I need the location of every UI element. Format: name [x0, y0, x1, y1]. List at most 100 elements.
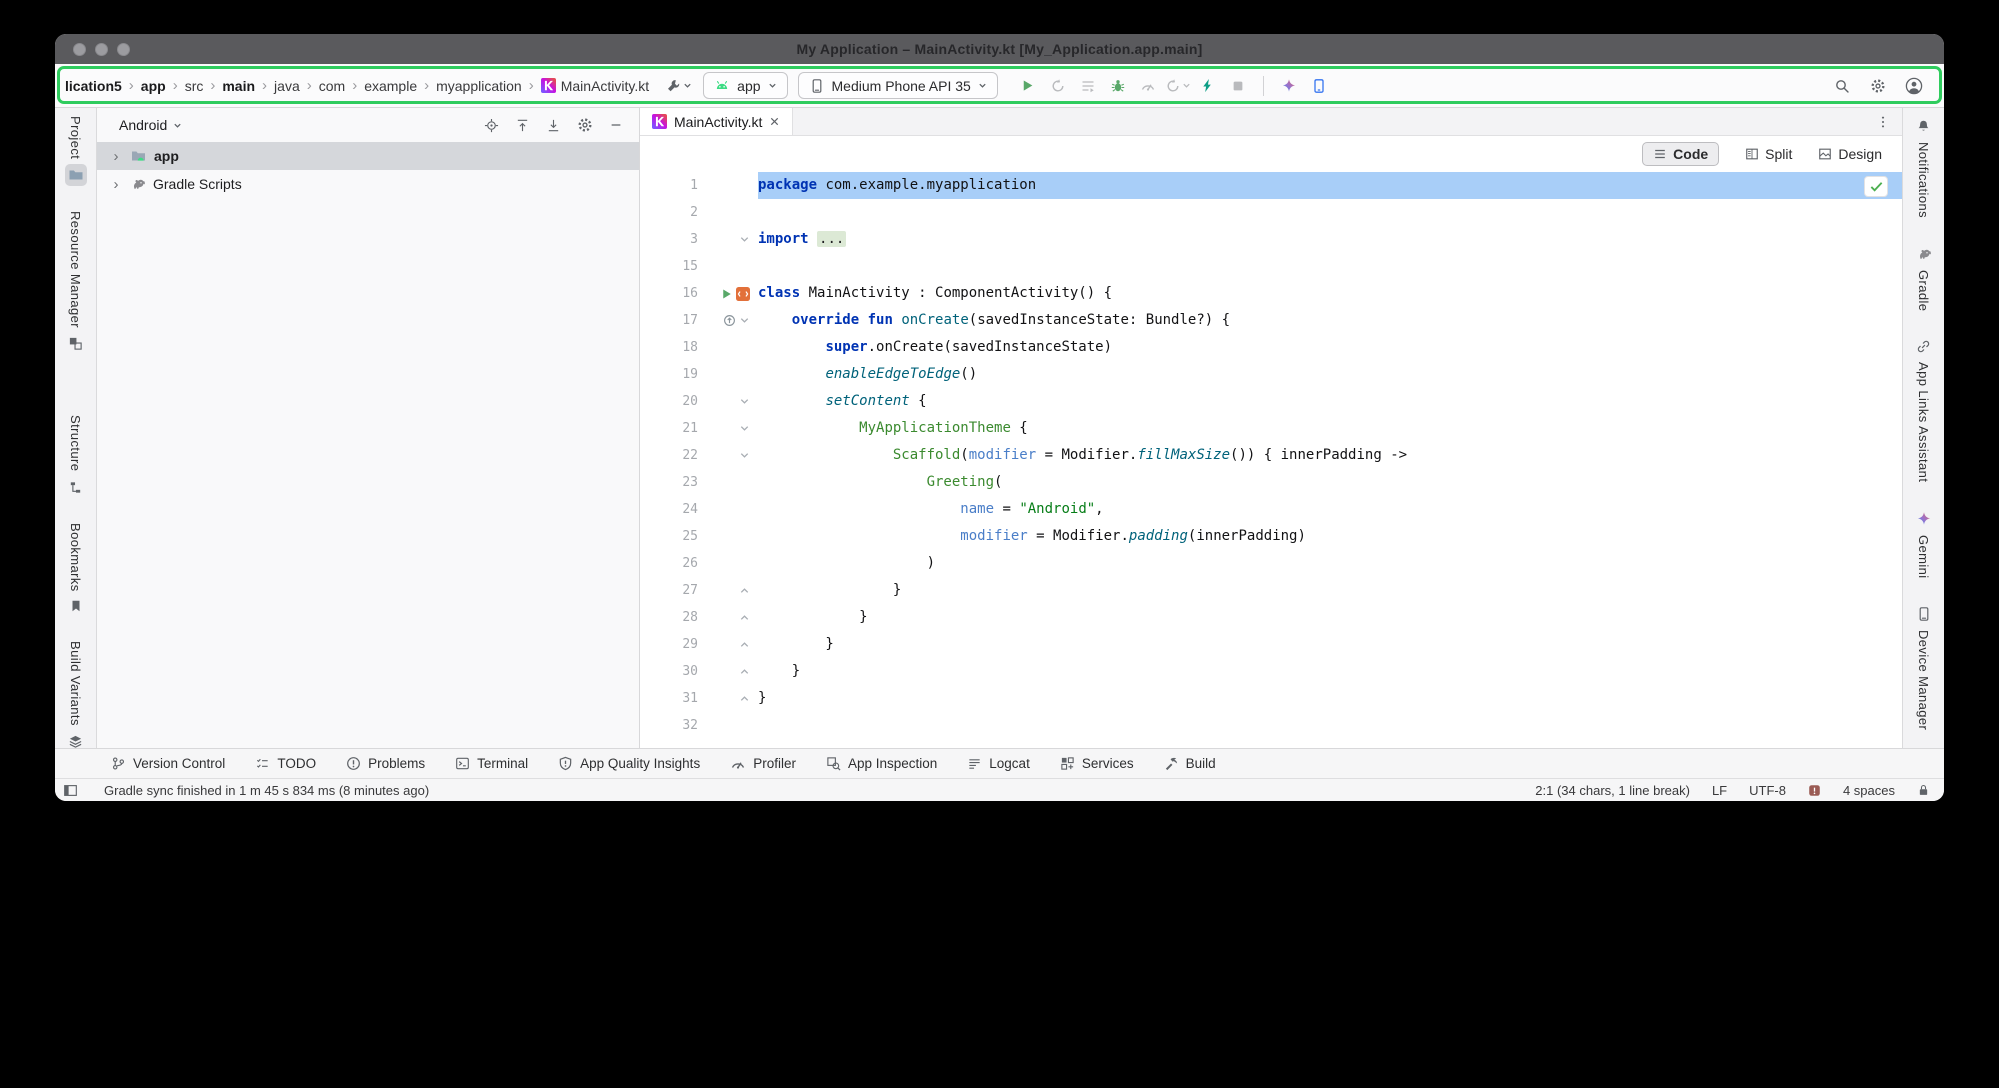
code-line[interactable]: 15 [640, 253, 1902, 280]
line-separator[interactable]: LF [1712, 783, 1727, 798]
code-line[interactable]: 29 } [640, 631, 1902, 658]
tab-mainactivity[interactable]: MainActivity.kt [640, 108, 793, 135]
apply-changes-button[interactable] [1044, 72, 1072, 100]
code-line[interactable]: 22 Scaffold(modifier = Modifier.fillMaxS… [640, 442, 1902, 469]
tool-window-button-todo[interactable]: TODO [255, 756, 316, 771]
tool-window-button-gemini[interactable]: Gemini [1913, 508, 1935, 579]
tool-window-button-logcat[interactable]: Logcat [967, 756, 1030, 771]
minimize-window-button[interactable] [95, 43, 108, 56]
tree-item-label: app [154, 148, 179, 164]
code-line[interactable]: 27 } [640, 577, 1902, 604]
zoom-window-button[interactable] [117, 43, 130, 56]
inspection-widget-icon[interactable] [1808, 784, 1821, 797]
run-config-selector[interactable]: app [703, 72, 787, 99]
collapse-all-icon[interactable] [515, 118, 530, 133]
profiler-button[interactable] [1134, 72, 1162, 100]
code-line[interactable]: 19 enableEdgeToEdge() [640, 361, 1902, 388]
code-line[interactable]: 20 setContent { [640, 388, 1902, 415]
code-line[interactable]: 1package com.example.myapplication [640, 172, 1902, 199]
expand-all-icon[interactable] [546, 118, 561, 133]
breadcrumb-item-src[interactable]: src [185, 78, 204, 94]
view-mode-design[interactable]: Design [1818, 146, 1882, 162]
tool-window-button-profiler[interactable]: Profiler [730, 756, 796, 772]
breadcrumb-item-myapplication[interactable]: myapplication [436, 78, 522, 94]
build-tool-button[interactable] [665, 72, 693, 100]
line-number: 27 [640, 577, 706, 604]
code-line[interactable]: 28 } [640, 604, 1902, 631]
status-message[interactable]: Gradle sync finished in 1 m 45 s 834 ms … [104, 783, 429, 798]
code-line[interactable]: 24 name = "Android", [640, 496, 1902, 523]
run-gutter-icon[interactable] [721, 288, 733, 300]
close-tab-icon[interactable] [769, 116, 780, 127]
tool-window-button-device-manager[interactable]: Device Manager [1913, 603, 1935, 730]
breadcrumb-item-mainactivity.kt[interactable]: MainActivity.kt [541, 78, 649, 94]
breadcrumb-item-example[interactable]: example [364, 78, 417, 94]
code-line[interactable]: 2 [640, 199, 1902, 226]
code-line[interactable]: 17 override fun onCreate(savedInstanceSt… [640, 307, 1902, 334]
file-encoding[interactable]: UTF-8 [1749, 783, 1786, 798]
project-view-mode[interactable]: Android [119, 117, 167, 133]
run-options-button[interactable] [1074, 72, 1102, 100]
breadcrumb-item-lication5[interactable]: lication5 [65, 78, 122, 94]
editor-toolbar: Code Split Design [640, 136, 1902, 172]
hide-panel-icon[interactable] [609, 118, 623, 132]
code-editor[interactable]: 1package com.example.myapplication23impo… [640, 172, 1902, 748]
tool-window-button-project[interactable]: Project [65, 116, 87, 186]
tool-window-button-app-links-assistant[interactable]: App Links Assistant [1913, 336, 1934, 482]
code-line[interactable]: 16class MainActivity : ComponentActivity… [640, 280, 1902, 307]
tool-window-label: Resource Manager [68, 211, 83, 328]
chevron-right-icon[interactable]: › [109, 148, 123, 165]
attach-profiler-button[interactable] [1164, 72, 1192, 100]
tree-item-gradle-scripts[interactable]: ›Gradle Scripts [97, 170, 639, 198]
gemini-button[interactable] [1275, 72, 1303, 100]
code-line[interactable]: 25 modifier = Modifier.padding(innerPadd… [640, 523, 1902, 550]
gear-icon[interactable] [577, 117, 593, 133]
tool-window-button-terminal[interactable]: Terminal [455, 756, 528, 771]
device-selector[interactable]: Medium Phone API 35 [798, 72, 998, 99]
code-line[interactable]: 21 MyApplicationTheme { [640, 415, 1902, 442]
code-line[interactable]: 32 [640, 712, 1902, 739]
code-line[interactable]: 23 Greeting( [640, 469, 1902, 496]
apply-code-changes-button[interactable] [1194, 72, 1222, 100]
indent-setting[interactable]: 4 spaces [1843, 783, 1895, 798]
inspection-status[interactable] [1864, 176, 1888, 197]
tool-window-button-build[interactable]: Build [1164, 756, 1216, 771]
tool-window-button-services[interactable]: Services [1060, 756, 1134, 771]
breadcrumb-item-app[interactable]: app [141, 78, 166, 94]
tool-window-button-bookmarks[interactable]: Bookmarks [66, 523, 86, 617]
chevron-right-icon[interactable]: › [109, 176, 123, 193]
tool-window-button-app-inspection[interactable]: App Inspection [826, 756, 937, 771]
debug-button[interactable] [1104, 72, 1132, 100]
more-options-icon[interactable] [1876, 115, 1890, 129]
view-mode-split[interactable]: Split [1745, 146, 1792, 162]
tool-window-button-structure[interactable]: Structure [65, 415, 86, 497]
tool-window-button-gradle[interactable]: Gradle [1913, 243, 1935, 311]
search-everywhere-button[interactable] [1828, 72, 1856, 100]
run-button[interactable] [1014, 72, 1042, 100]
code-line[interactable]: 26 ) [640, 550, 1902, 577]
breadcrumb-item-java[interactable]: java [274, 78, 300, 94]
stop-button[interactable] [1224, 72, 1252, 100]
tool-window-button-build-variants[interactable]: Build Variants [65, 641, 86, 748]
lock-icon[interactable] [1917, 783, 1930, 797]
code-line[interactable]: 18 super.onCreate(savedInstanceState) [640, 334, 1902, 361]
close-window-button[interactable] [73, 43, 86, 56]
code-line[interactable]: 3import ... [640, 226, 1902, 253]
tree-item-app[interactable]: › app [97, 142, 639, 170]
tool-window-toggle-icon[interactable] [63, 783, 78, 798]
breadcrumb-item-com[interactable]: com [319, 78, 345, 94]
running-devices-button[interactable] [1305, 72, 1333, 100]
code-line[interactable]: 31} [640, 685, 1902, 712]
breadcrumb-item-main[interactable]: main [222, 78, 255, 94]
view-mode-code[interactable]: Code [1642, 142, 1719, 166]
code-line[interactable]: 30 } [640, 658, 1902, 685]
locate-file-icon[interactable] [484, 118, 499, 133]
profile-button[interactable] [1900, 72, 1928, 100]
tool-window-button-problems[interactable]: Problems [346, 756, 425, 771]
tool-window-button-notifications[interactable]: Notifications [1913, 116, 1934, 218]
tool-window-button-app-quality-insights[interactable]: App Quality Insights [558, 756, 700, 771]
tool-window-button-resource-manager[interactable]: Resource Manager [65, 211, 86, 354]
settings-button[interactable] [1864, 72, 1892, 100]
tool-window-button-version-control[interactable]: Version Control [111, 756, 225, 771]
caret-position[interactable]: 2:1 (34 chars, 1 line break) [1535, 783, 1690, 798]
